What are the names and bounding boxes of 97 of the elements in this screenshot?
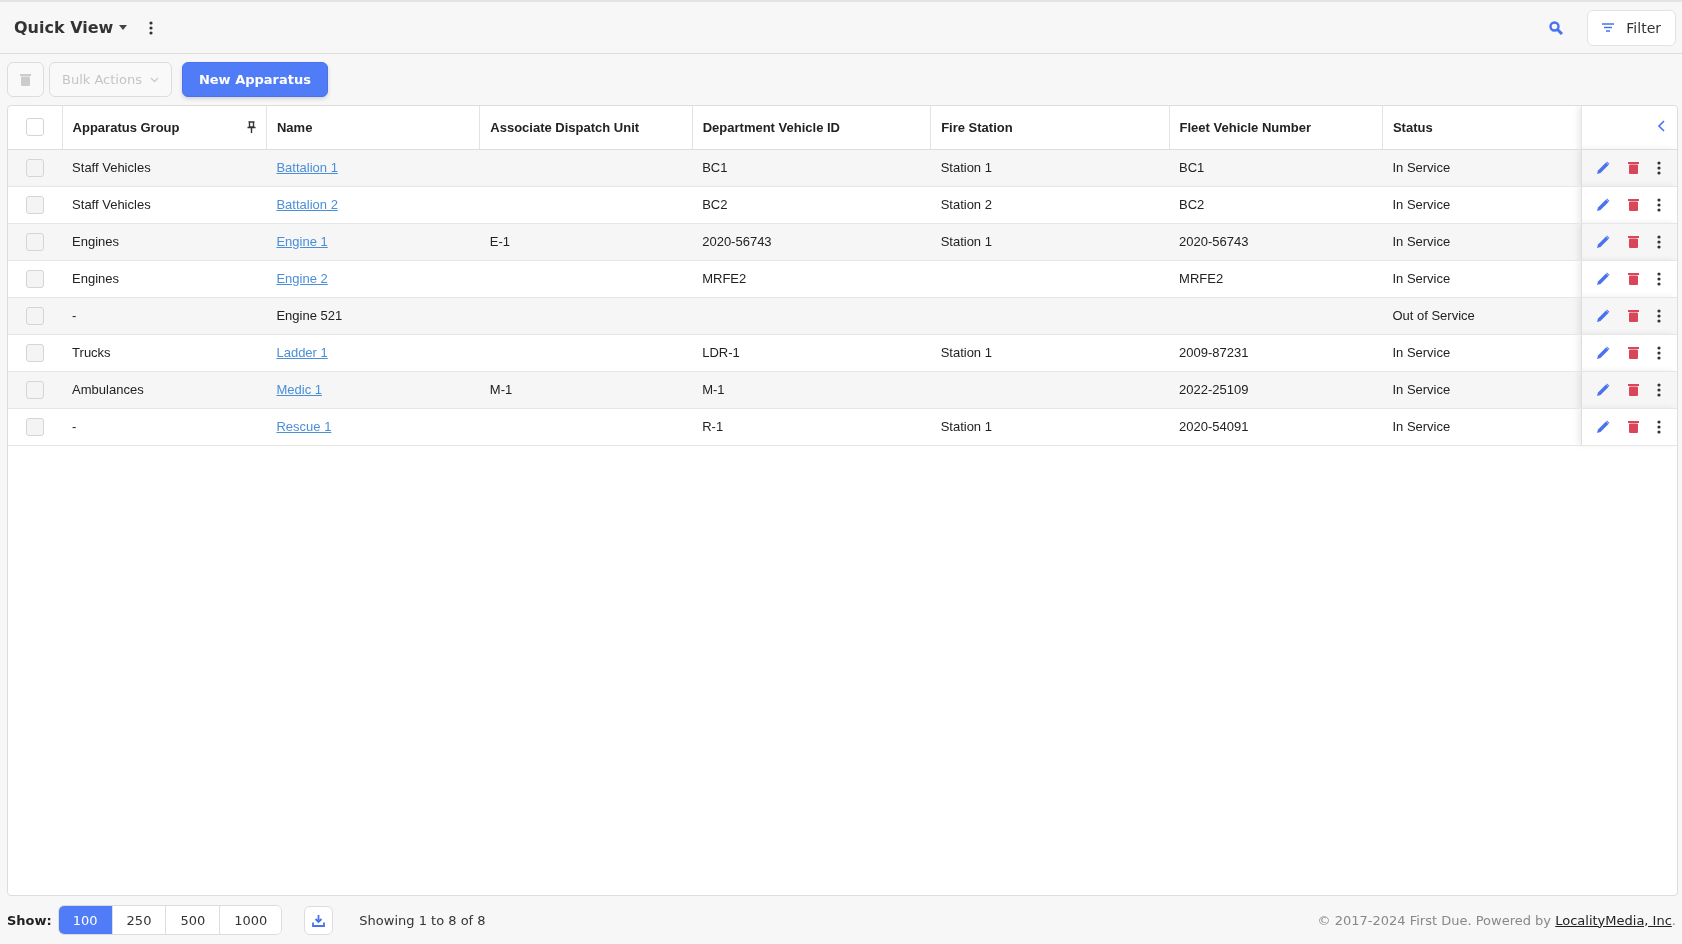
more-icon[interactable]: [1657, 345, 1661, 360]
table-cell: Engines: [72, 271, 120, 286]
table-cell: BC1: [1179, 160, 1205, 175]
more-icon[interactable]: [1657, 160, 1661, 175]
table-cell: Engine 521: [276, 308, 343, 323]
delete-icon[interactable]: [1628, 420, 1639, 433]
download-icon: [312, 913, 326, 927]
search-icon[interactable]: [1549, 20, 1564, 35]
column-header[interactable]: Associate Dispatch Unit: [479, 106, 693, 149]
edit-icon[interactable]: [1597, 383, 1610, 396]
more-icon[interactable]: [1657, 308, 1661, 323]
row-checkbox[interactable]: [26, 380, 45, 399]
column-header[interactable]: Department Vehicle ID: [692, 106, 931, 149]
download-button[interactable]: [304, 905, 334, 935]
table-cell: Staff Vehicles: [72, 160, 151, 175]
table-cell: In Service: [1392, 419, 1451, 434]
name-link[interactable]: Battalion 2: [276, 197, 338, 212]
table-cell: In Service: [1392, 197, 1451, 212]
table-cell: -: [72, 308, 77, 323]
table-cell: Station 1: [940, 160, 992, 175]
filter-icon: [1602, 23, 1615, 32]
more-icon[interactable]: [1657, 271, 1661, 286]
row-checkbox[interactable]: [26, 417, 45, 436]
select-all-checkbox[interactable]: [25, 118, 44, 137]
edit-icon[interactable]: [1597, 309, 1610, 322]
table-cell: M-1: [489, 382, 513, 397]
table-cell: Station 2: [940, 197, 992, 212]
delete-icon[interactable]: [1628, 309, 1639, 322]
show-label: Show:: [7, 912, 52, 928]
column-header[interactable]: Status: [1382, 106, 1582, 149]
table-cell: In Service: [1392, 234, 1451, 249]
chevron-down-icon: [149, 76, 159, 83]
delete-icon[interactable]: [1628, 198, 1639, 211]
table-cell: Station 1: [940, 419, 992, 434]
table-cell: -: [72, 419, 77, 434]
quick-view-dropdown[interactable]: Quick View: [14, 18, 128, 37]
table-cell: Trucks: [72, 345, 111, 360]
table-cell: In Service: [1392, 382, 1451, 397]
row-checkbox[interactable]: [26, 158, 45, 177]
delete-icon[interactable]: [1628, 272, 1639, 285]
new-apparatus-button[interactable]: New Apparatus: [181, 62, 328, 97]
more-icon[interactable]: [1657, 382, 1661, 397]
table-cell: 2009-87231: [1179, 345, 1249, 360]
page-size-button[interactable]: 100: [58, 906, 113, 934]
table-cell: BC2: [702, 197, 728, 212]
column-header[interactable]: Name: [266, 106, 480, 149]
more-icon[interactable]: [1657, 197, 1661, 212]
row-checkbox[interactable]: [26, 269, 45, 288]
table-cell: R-1: [702, 419, 724, 434]
showing-count: Showing 1 to 8 of 8: [359, 912, 486, 928]
table-cell: MRFE2: [1179, 271, 1224, 286]
table-cell: MRFE2: [702, 271, 747, 286]
table-cell: 2022-25109: [1179, 382, 1249, 397]
column-title: Apparatus Group: [72, 119, 180, 135]
edit-icon[interactable]: [1597, 198, 1610, 211]
table-cell: 2020-54091: [1179, 419, 1249, 434]
edit-icon[interactable]: [1597, 235, 1610, 248]
table-cell: Staff Vehicles: [72, 197, 151, 212]
column-header[interactable]: Fleet Vehicle Number: [1169, 106, 1383, 149]
table-cell: E-1: [489, 234, 511, 249]
caret-icon: [119, 25, 128, 30]
table-cell: Ambulances: [72, 382, 144, 397]
more-icon[interactable]: [1657, 419, 1661, 434]
pin-icon[interactable]: [246, 121, 256, 134]
column-header[interactable]: Apparatus Group: [62, 106, 267, 149]
table-cell: 2020-56743: [1179, 234, 1249, 249]
more-icon[interactable]: [1657, 234, 1661, 249]
edit-icon[interactable]: [1597, 161, 1610, 174]
row-checkbox[interactable]: [26, 195, 45, 214]
delete-icon[interactable]: [1628, 161, 1639, 174]
table-cell: Station 1: [940, 234, 992, 249]
table-cell: Station 1: [940, 345, 992, 360]
filter-button[interactable]: Filter: [1587, 9, 1676, 46]
table-cell: BC1: [702, 160, 728, 175]
row-checkbox[interactable]: [26, 232, 45, 251]
table-cell: In Service: [1392, 345, 1451, 360]
table-cell: 2020-56743: [702, 234, 772, 249]
delete-icon[interactable]: [1628, 383, 1639, 396]
name-link[interactable]: Ladder 1: [276, 345, 328, 360]
row-checkbox[interactable]: [26, 306, 45, 325]
column-header[interactable]: Fire Station: [930, 106, 1170, 149]
edit-icon[interactable]: [1597, 272, 1610, 285]
chevron-left-icon[interactable]: [1657, 119, 1665, 132]
edit-icon[interactable]: [1597, 420, 1610, 433]
table-cell: LDR-1: [702, 345, 740, 360]
delete-icon[interactable]: [1628, 346, 1639, 359]
company-link[interactable]: LocalityMedia, Inc: [1555, 912, 1672, 928]
row-checkbox[interactable]: [26, 343, 45, 362]
table-cell: Engines: [72, 234, 120, 249]
delete-icon[interactable]: [1628, 235, 1639, 248]
copyright-text: © 2017-2024 First Due. Powered by LocalityMedia, Inc.: [1317, 912, 1676, 928]
table-cell: M-1: [702, 382, 725, 397]
table-cell: Out of Service: [1392, 308, 1475, 323]
table-cell: BC2: [1179, 197, 1205, 212]
table-cell: In Service: [1392, 271, 1451, 286]
edit-icon[interactable]: [1597, 346, 1610, 359]
table-cell: In Service: [1392, 160, 1451, 175]
